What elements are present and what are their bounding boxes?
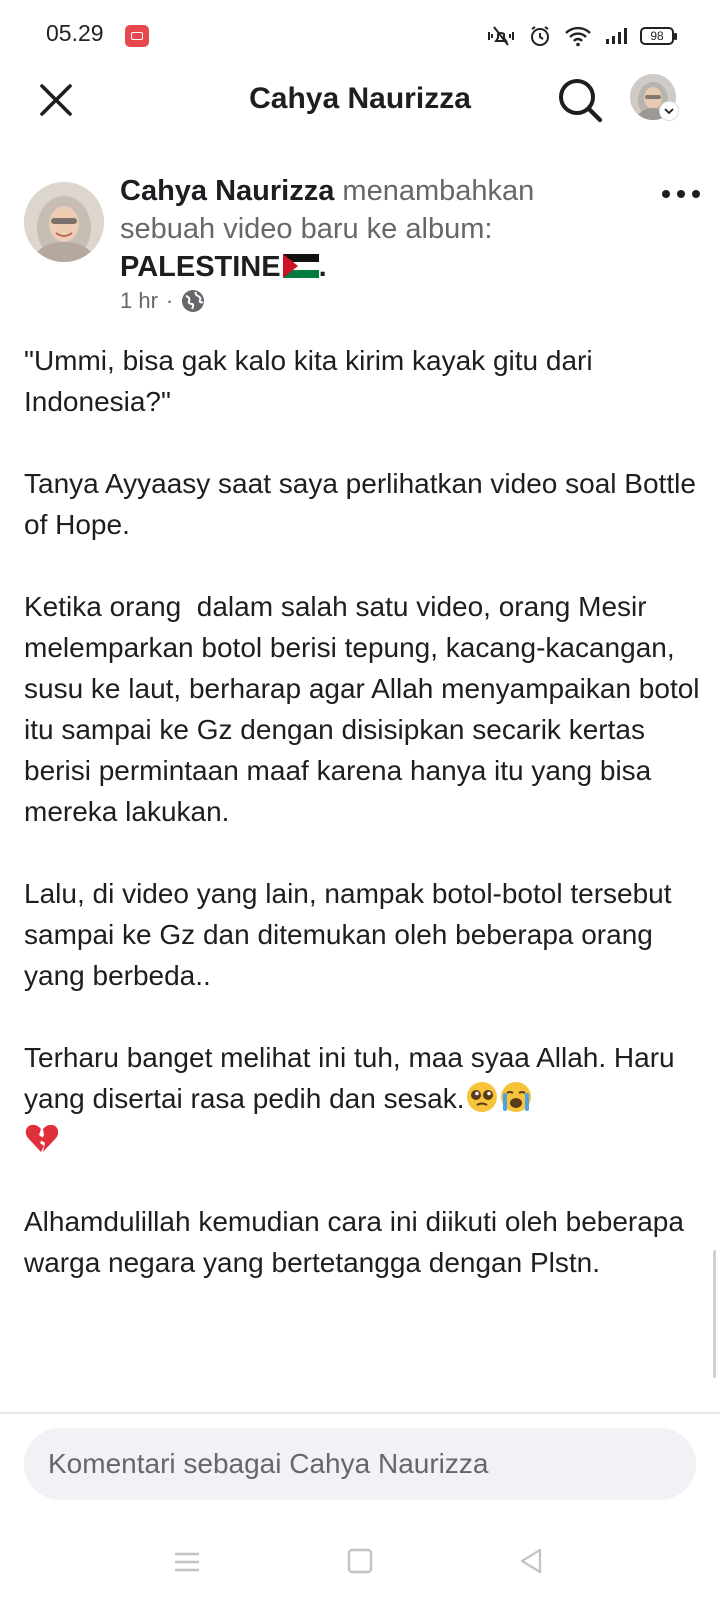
navigation-bar bbox=[0, 1530, 720, 1600]
status-icons: 98 bbox=[486, 22, 677, 50]
post-paragraph: Ketika orang dalam salah satu video, ora… bbox=[24, 591, 708, 827]
post-body: "Ummi, bisa gak kalo kita kirim kayak gi… bbox=[24, 340, 704, 1324]
post-meta: 1 hr · bbox=[120, 288, 205, 314]
post-paragraph: Tanya Ayyaasy saat saya perlihatkan vide… bbox=[24, 468, 704, 540]
broken-heart-emoji bbox=[25, 1124, 58, 1152]
post-paragraph-with-emoji: Terharu banget melihat ini tuh, maa syaa… bbox=[24, 1037, 704, 1160]
status-time: 05.29 bbox=[46, 20, 104, 46]
alarm-icon bbox=[531, 26, 549, 46]
post-paragraph: Lalu, di video yang lain, nampak botol-b… bbox=[24, 878, 680, 991]
search-icon bbox=[559, 79, 603, 123]
post-paragraph: Alhamdulillah kemudian cara ini diikuti … bbox=[24, 1206, 692, 1278]
back-button[interactable] bbox=[510, 1544, 554, 1580]
back-triangle-icon bbox=[520, 1548, 542, 1574]
recent-apps-button[interactable] bbox=[165, 1544, 209, 1580]
chevron-down-icon bbox=[660, 102, 678, 120]
globe-icon bbox=[182, 290, 205, 312]
album-link[interactable]: PALESTINE bbox=[120, 251, 281, 283]
home-square-icon bbox=[347, 1548, 373, 1574]
pleading-face-emoji bbox=[466, 1082, 497, 1112]
crying-face-emoji bbox=[500, 1082, 531, 1112]
mute-vibrate-icon bbox=[488, 26, 514, 46]
album-suffix: . bbox=[318, 251, 327, 283]
scrollbar[interactable] bbox=[713, 1250, 716, 1378]
more-icon bbox=[662, 190, 700, 198]
profile-button[interactable] bbox=[630, 74, 680, 124]
battery-icon: 98 bbox=[640, 27, 677, 45]
author-avatar[interactable] bbox=[24, 182, 104, 262]
signal-icon bbox=[606, 28, 627, 44]
post-header-text: Cahya Naurizza menambahkan sebuah video … bbox=[120, 172, 590, 286]
page-title: Cahya Naurizza bbox=[249, 82, 471, 115]
comment-input[interactable] bbox=[24, 1428, 696, 1500]
author-name[interactable]: Cahya Naurizza bbox=[120, 175, 334, 207]
menu-icon bbox=[175, 1552, 199, 1572]
status-bar: 05.29 98 bbox=[0, 0, 720, 72]
post-paragraph-text: Terharu banget melihat ini tuh, maa syaa… bbox=[24, 1042, 683, 1114]
search-button[interactable] bbox=[556, 76, 604, 124]
screen-record-icon bbox=[125, 25, 149, 47]
more-options-button[interactable] bbox=[660, 184, 702, 204]
home-button[interactable] bbox=[338, 1544, 382, 1580]
divider bbox=[0, 1412, 720, 1414]
palestine-flag-emoji bbox=[282, 254, 319, 278]
top-bar: Cahya Naurizza bbox=[0, 72, 720, 128]
post-header: Cahya Naurizza menambahkan sebuah video … bbox=[0, 170, 720, 330]
meta-separator: · bbox=[165, 288, 174, 313]
wifi-icon bbox=[565, 26, 591, 47]
post-paragraph: "Ummi, bisa gak kalo kita kirim kayak gi… bbox=[24, 345, 601, 417]
post-time[interactable]: 1 hr bbox=[120, 288, 158, 314]
